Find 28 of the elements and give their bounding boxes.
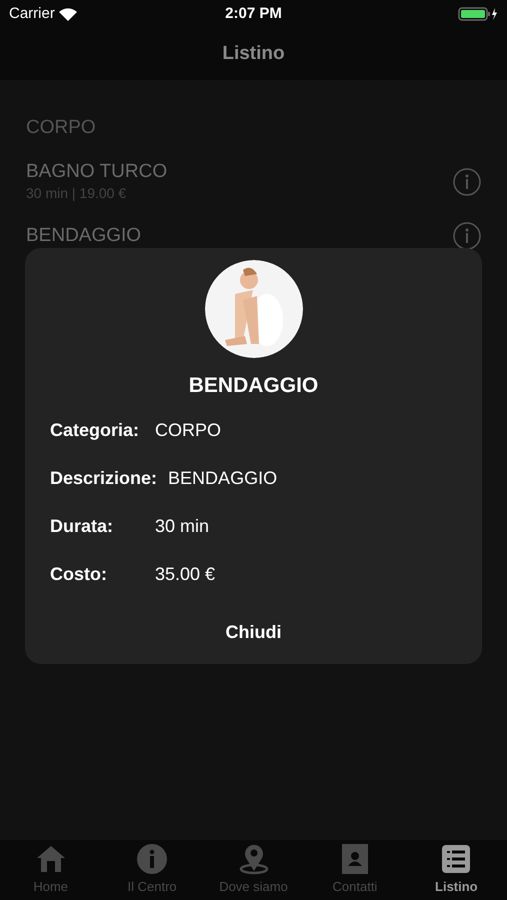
tab-item[interactable]: Dove siamo [202,840,304,900]
list-icon [440,843,472,876]
close-button[interactable]: Chiudi [210,615,298,650]
clock: 2:07 PM [225,4,282,24]
field-value: CORPO [155,419,222,442]
service-name: BENDAGGIO [26,224,142,246]
tab-item[interactable]: Listino [406,840,507,900]
wifi-icon [58,8,77,20]
field-label: Categoria: [50,419,140,442]
field-label: Durata: [50,515,114,538]
info-icon [136,843,168,876]
field-label: Costo: [50,563,108,586]
battery-icon [458,7,498,21]
field-label: Descrizione: [50,467,158,490]
info-icon[interactable] [453,222,481,250]
tab-item[interactable]: Il Centro [101,840,203,900]
nav-title: Listino [222,42,285,66]
info-icon[interactable] [453,168,481,196]
field-value: 35.00 € [155,563,216,586]
map-pin-icon [238,843,270,876]
tab-item[interactable]: Home [0,840,102,900]
field-value: BENDAGGIO [168,467,278,490]
section-header: CORPO [26,116,97,140]
tab-item[interactable]: Contatti [304,840,406,900]
carrier-label: Carrier [9,4,55,24]
field-value: 30 min [155,515,210,538]
service-name: BAGNO TURCO [26,160,168,182]
dialog-title: BENDAGGIO [188,373,318,399]
